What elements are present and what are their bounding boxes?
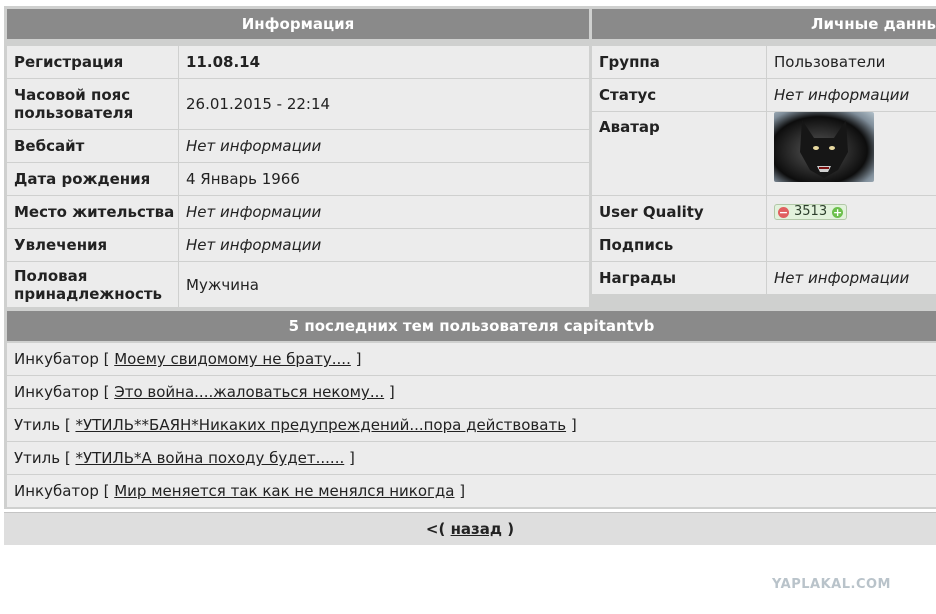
personal-value: Нет информации (767, 79, 936, 111)
personal-row-avatar: Аватар (592, 112, 936, 196)
topic-forum: Утиль (14, 416, 61, 434)
topic-item: Инкубатор [ Моему свидомому не брату....… (7, 343, 936, 376)
topic-item: Утиль [ *УТИЛЬ**БАЯН*Никаких предупрежде… (7, 409, 936, 442)
personal-row-group: Группа Пользователи (592, 46, 936, 79)
personal-panel-title: Личные данные (592, 9, 936, 39)
info-row-location: Место жительства Нет информации (7, 196, 589, 229)
info-label: Увлечения (7, 229, 178, 261)
personal-label: Подпись (592, 229, 766, 261)
info-row-timezone: Часовой пояс пользователя 26.01.2015 - 2… (7, 79, 589, 130)
topic-item: Утиль [ *УТИЛЬ*А война походу будет.....… (7, 442, 936, 475)
topic-link[interactable]: Мир меняется так как не менялся никогда (114, 482, 454, 500)
personal-row-user-quality: User Quality − 3513 + (592, 196, 936, 229)
info-label: Половая принадлежность (7, 262, 178, 307)
info-row-registration: Регистрация 11.08.14 (7, 46, 589, 79)
info-row-gender: Половая принадлежность Мужчина (7, 262, 589, 308)
personal-row-signature: Подпись (592, 229, 936, 262)
personal-row-awards: Награды Нет информации (592, 262, 936, 295)
info-label: Вебсайт (7, 130, 178, 162)
personal-label: Группа (592, 46, 766, 78)
user-quality-cell: − 3513 + (767, 196, 936, 228)
plus-icon[interactable]: + (832, 206, 844, 218)
personal-panel: Личные данные Группа Пользователи Статус… (589, 6, 936, 308)
back-nav: <( назад ) (4, 512, 936, 545)
topic-forum: Инкубатор (14, 383, 99, 401)
info-label: Место жительства (7, 196, 178, 228)
wolf-avatar-image (800, 120, 848, 178)
personal-label: Награды (592, 262, 766, 294)
personal-row-status: Статус Нет информации (592, 79, 936, 112)
topic-link[interactable]: Это война....жаловаться некому... (114, 383, 384, 401)
topic-forum: Инкубатор (14, 482, 99, 500)
back-link[interactable]: назад (451, 520, 502, 538)
info-label: Регистрация (7, 46, 178, 78)
info-row-website: Вебсайт Нет информации (7, 130, 589, 163)
user-quality-badge: − 3513 + (774, 204, 848, 220)
topics-panel-title: 5 последних тем пользователя capitantvb (7, 311, 936, 341)
info-panel-title: Информация (7, 9, 589, 39)
topic-forum: Инкубатор (14, 350, 99, 368)
info-value: 11.08.14 (179, 46, 589, 78)
topic-link[interactable]: *УТИЛЬ**БАЯН*Никаких предупреждений...по… (75, 416, 566, 434)
avatar-cell (767, 112, 936, 195)
avatar[interactable] (774, 112, 874, 182)
info-value: Мужчина (179, 262, 589, 307)
info-value: Нет информации (179, 130, 589, 162)
user-quality-value: 3513 (794, 204, 828, 219)
topic-link[interactable]: Моему свидомому не брату.... (114, 350, 351, 368)
info-row-birthday: Дата рождения 4 Январь 1966 (7, 163, 589, 196)
info-panel: Информация Регистрация 11.08.14 Часовой … (4, 6, 589, 308)
info-label: Дата рождения (7, 163, 178, 195)
back-prefix: <( (425, 520, 446, 538)
info-row-interests: Увлечения Нет информации (7, 229, 589, 262)
topics-panel: 5 последних тем пользователя capitantvb … (4, 308, 936, 509)
info-value: 4 Январь 1966 (179, 163, 589, 195)
info-value: Нет информации (179, 196, 589, 228)
personal-label: Статус (592, 79, 766, 111)
info-value: 26.01.2015 - 22:14 (179, 79, 589, 129)
personal-label: Аватар (592, 112, 766, 195)
site-logo: YAPLAKAL.COM (772, 577, 891, 592)
personal-value: Нет информации (767, 262, 936, 294)
personal-value: Пользователи (767, 46, 936, 78)
info-value: Нет информации (179, 229, 589, 261)
back-suffix: ) (507, 520, 515, 538)
topic-item: Инкубатор [ Мир меняется так как не меня… (7, 475, 936, 508)
topic-forum: Утиль (14, 449, 61, 467)
minus-icon[interactable]: − (778, 206, 789, 218)
topic-link[interactable]: *УТИЛЬ*А война походу будет...... (75, 449, 344, 467)
info-label: Часовой пояс пользователя (7, 79, 178, 129)
personal-value (767, 229, 936, 261)
topic-item: Инкубатор [ Это война....жаловаться неко… (7, 376, 936, 409)
personal-label: User Quality (592, 196, 766, 228)
